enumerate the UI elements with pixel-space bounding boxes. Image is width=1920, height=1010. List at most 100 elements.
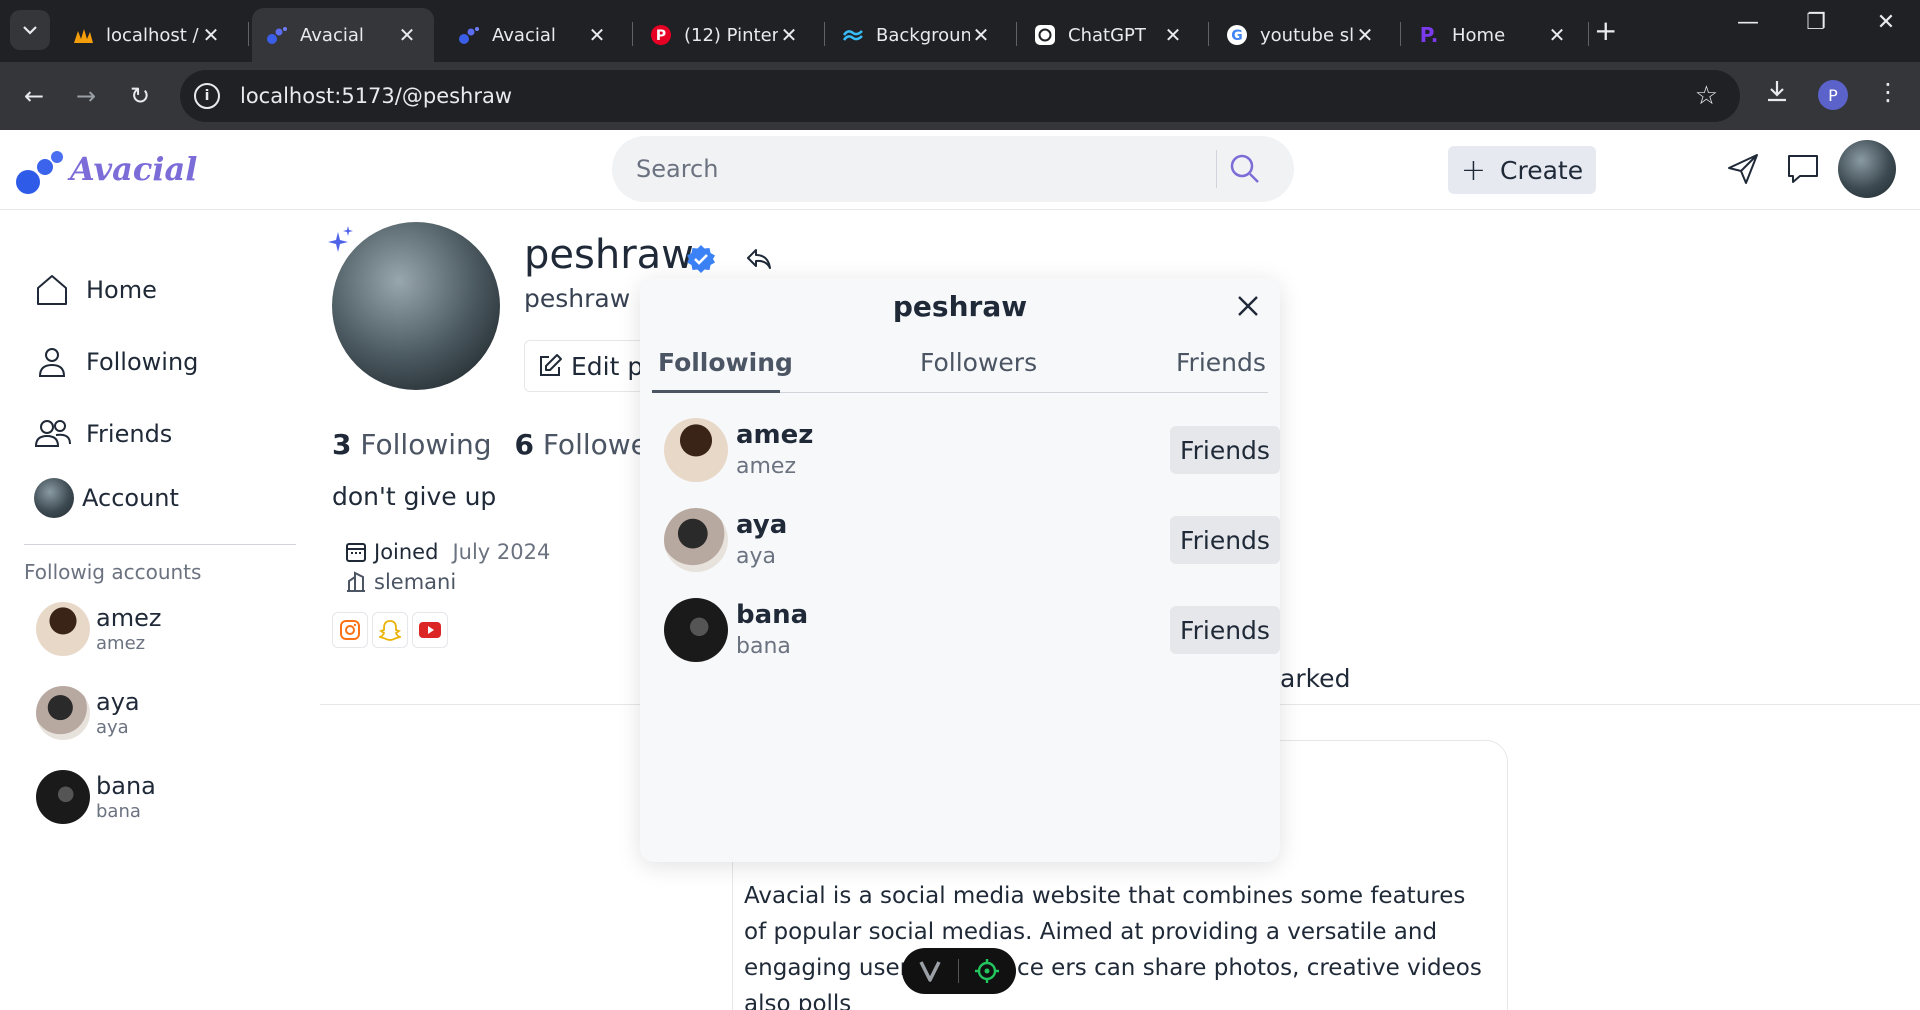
inspect-target-icon[interactable] [959, 948, 1015, 994]
avatar[interactable] [664, 508, 728, 572]
browser-menu-icon[interactable]: ⋮ [1876, 78, 1900, 106]
avatar [36, 686, 90, 740]
browser-profile-avatar[interactable]: P [1818, 80, 1848, 110]
building-icon [347, 571, 365, 592]
restore-icon[interactable]: ❐ [1796, 10, 1836, 35]
close-tab-icon[interactable]: ✕ [1354, 23, 1376, 47]
browser-tab-chatgpt[interactable]: ChatGPT ✕ [1020, 8, 1200, 62]
profile-stats: 3 Following 6 Followers [332, 428, 674, 461]
browser-tab-localhost[interactable]: localhost / ✕ [58, 8, 238, 62]
instagram-link[interactable] [332, 612, 368, 648]
phpmyadmin-icon [72, 24, 94, 46]
tab-separator [248, 22, 249, 46]
url-text[interactable]: localhost:5173/@peshraw [240, 84, 512, 108]
browser-tab-avacial[interactable]: Avacial ✕ [444, 8, 624, 62]
pinterest-icon: P [650, 24, 672, 46]
vue-devtools-icon[interactable] [902, 948, 958, 994]
close-icon[interactable] [1236, 294, 1260, 318]
address-bar[interactable]: i localhost:5173/@peshraw ☆ [180, 70, 1740, 122]
tab-separator [1588, 22, 1589, 46]
modal-tab-friends[interactable]: Friends [1176, 348, 1266, 377]
new-tab-icon[interactable]: + [1594, 14, 1617, 47]
forward-icon[interactable]: → [68, 78, 104, 114]
following-account-item[interactable]: bana bana [36, 770, 156, 824]
site-info-icon[interactable]: i [194, 83, 220, 109]
search-input[interactable] [636, 155, 1216, 183]
users-icon [34, 420, 71, 447]
browser-tab-pinterest[interactable]: P (12) Pinter ✕ [636, 8, 816, 62]
avatar[interactable] [664, 418, 728, 482]
browser-tab-strip: localhost / ✕ Avacial ✕ Avacial ✕ P (12)… [0, 0, 1920, 62]
create-button[interactable]: + Create [1448, 146, 1596, 194]
tailwind-icon [842, 24, 864, 46]
tab-separator [1208, 22, 1209, 46]
tab-search-button[interactable] [10, 10, 50, 50]
close-tab-icon[interactable]: ✕ [200, 23, 222, 47]
browser-tab-background[interactable]: Backgroun ✕ [828, 8, 1008, 62]
search-bar[interactable] [612, 136, 1294, 202]
edit-icon [540, 354, 562, 376]
profile-avatar[interactable] [332, 222, 500, 390]
user-avatar[interactable] [1838, 140, 1896, 198]
message-icon[interactable] [1786, 152, 1820, 186]
follow-list-item[interactable]: aya aya Friends [664, 504, 1280, 576]
verified-badge-icon [687, 245, 715, 273]
close-tab-icon[interactable]: ✕ [970, 23, 992, 47]
sidebar-item-following[interactable]: Following [34, 338, 198, 386]
sidebar-item-home[interactable]: Home [34, 266, 157, 314]
brand-name[interactable]: Avacial [70, 150, 197, 188]
avatar [34, 478, 74, 518]
sidebar-divider [24, 544, 296, 545]
edit-profile-button[interactable]: Edit pr [524, 340, 644, 392]
send-icon[interactable] [1726, 152, 1760, 186]
sidebar-item-account[interactable]: Account [34, 474, 179, 522]
friends-button[interactable]: Friends [1170, 426, 1280, 474]
following-account-item[interactable]: aya aya [36, 686, 140, 740]
user-icon [38, 348, 66, 377]
search-divider [1216, 150, 1217, 188]
download-icon[interactable] [1764, 78, 1790, 110]
following-account-item[interactable]: amez amez [36, 602, 161, 656]
window-close-icon[interactable]: ✕ [1866, 10, 1906, 35]
plus-icon: + [1460, 152, 1487, 188]
search-icon[interactable] [1229, 153, 1261, 185]
profile-display-name: peshraw [524, 232, 694, 278]
browser-tab-google[interactable]: G youtube sl ✕ [1212, 8, 1392, 62]
google-icon: G [1226, 24, 1248, 46]
browser-tab-home[interactable]: P. Home ✕ [1404, 8, 1584, 62]
following-accounts-title: Followig accounts [24, 560, 202, 584]
avatar[interactable] [664, 598, 728, 662]
reload-icon[interactable]: ↻ [122, 78, 158, 114]
browser-toolbar: ← → ↻ i localhost:5173/@peshraw ☆ P ⋮ [0, 62, 1920, 130]
bookmark-star-icon[interactable]: ☆ [1695, 81, 1718, 111]
browser-tab-avacial-active[interactable]: Avacial ✕ [252, 8, 434, 62]
modal-tab-followers[interactable]: Followers [920, 348, 1037, 377]
share-icon[interactable] [746, 248, 772, 270]
snapchat-link[interactable] [372, 612, 408, 648]
p-icon: P. [1418, 24, 1440, 46]
close-tab-icon[interactable]: ✕ [586, 23, 608, 47]
back-icon[interactable]: ← [16, 78, 52, 114]
close-tab-icon[interactable]: ✕ [396, 23, 418, 47]
close-tab-icon[interactable]: ✕ [1546, 23, 1568, 47]
youtube-link[interactable] [412, 612, 448, 648]
logo-icon[interactable] [14, 146, 66, 198]
following-stat[interactable]: 3 Following [332, 428, 492, 461]
avatar [36, 770, 90, 824]
sparkle-icon [328, 226, 353, 252]
profile-tab-bookmarked[interactable]: arked [1280, 664, 1350, 693]
minimize-icon[interactable]: — [1728, 10, 1768, 35]
tab-separator [1400, 22, 1401, 46]
sidebar-item-friends[interactable]: Friends [34, 410, 172, 458]
modal-tab-following[interactable]: Following [658, 348, 793, 377]
tab-separator [632, 22, 633, 46]
follow-list-item[interactable]: amez amez Friends [664, 414, 1280, 486]
follow-list-item[interactable]: bana bana Friends [664, 594, 1280, 666]
close-tab-icon[interactable]: ✕ [778, 23, 800, 47]
friends-button[interactable]: Friends [1170, 606, 1280, 654]
svg-text:P: P [656, 28, 666, 44]
friends-button[interactable]: Friends [1170, 516, 1280, 564]
tab-separator [1016, 22, 1017, 46]
avatar [36, 602, 90, 656]
close-tab-icon[interactable]: ✕ [1162, 23, 1184, 47]
